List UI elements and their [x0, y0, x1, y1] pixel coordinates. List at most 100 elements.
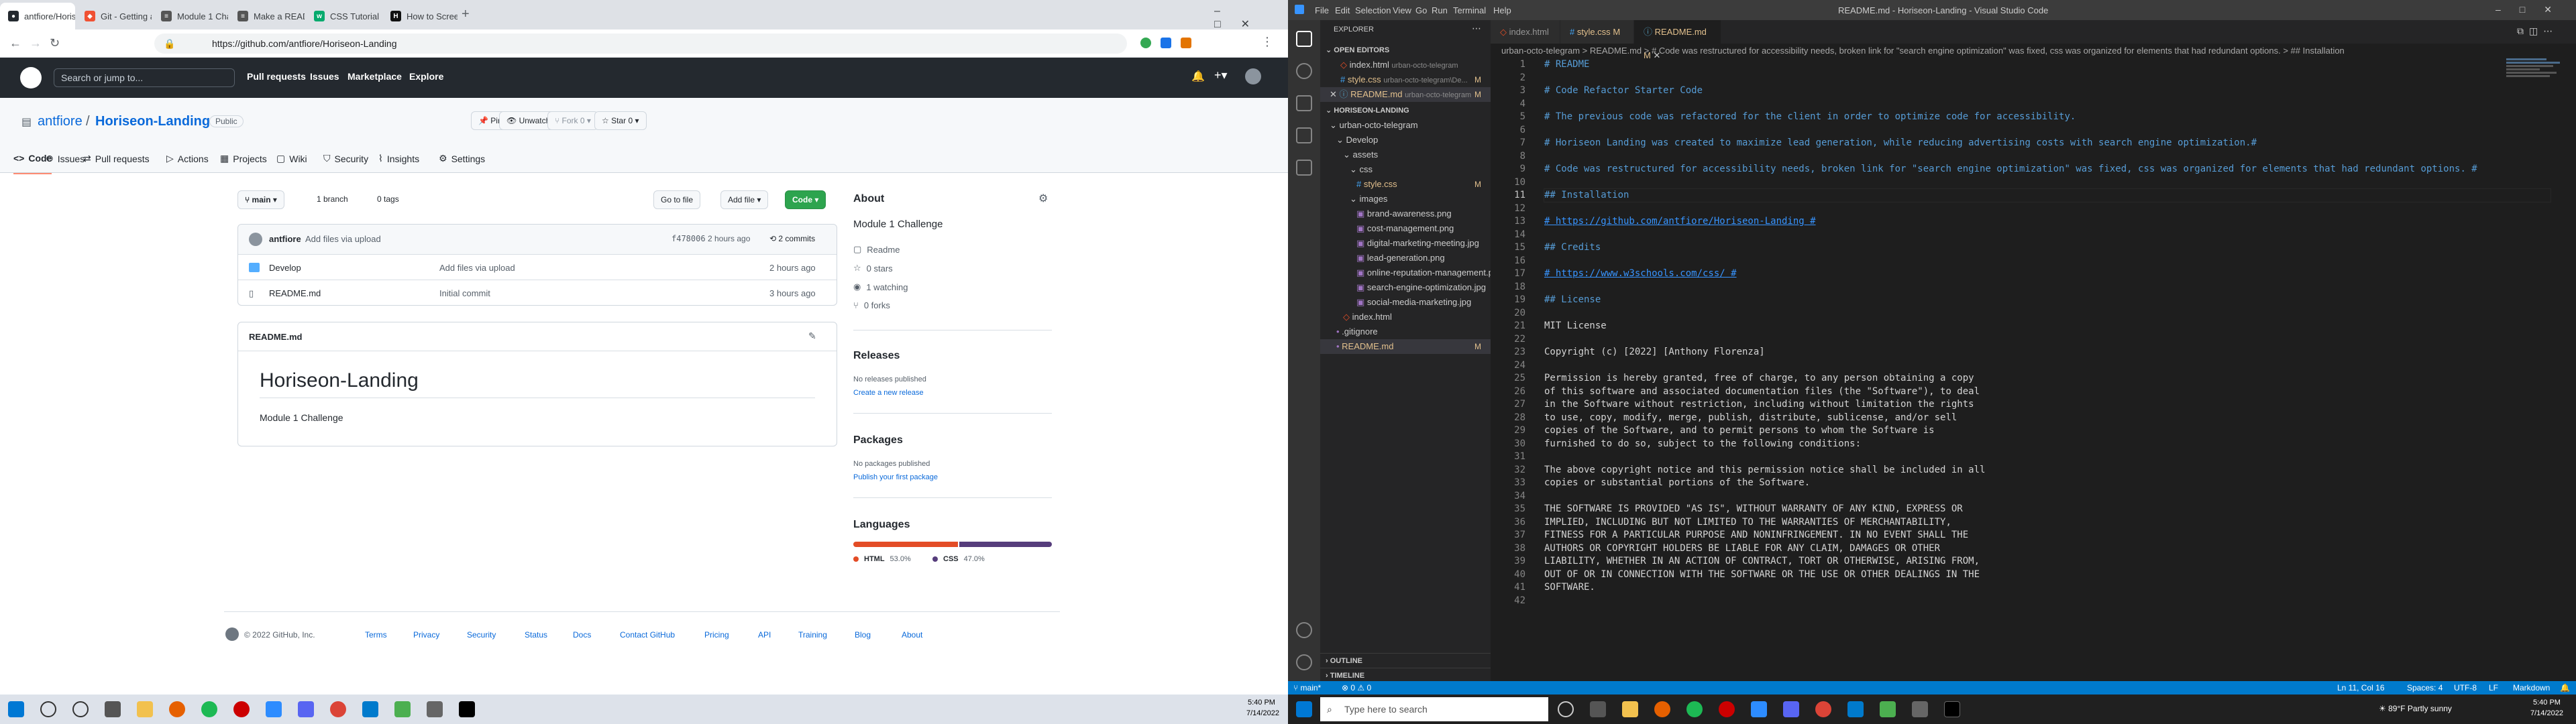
code-line[interactable]: ## Installation: [1544, 188, 2551, 202]
go-to-file-button[interactable]: Go to file: [653, 190, 701, 209]
code-line[interactable]: Copyright (c) [2022] [Anthony Florenza]: [1544, 346, 1765, 359]
menu-selection[interactable]: Selection: [1355, 5, 1391, 15]
explorer-icon[interactable]: [1296, 31, 1312, 47]
code-line[interactable]: IMPLIED, INCLUDING BUT NOT LIMITED TO TH…: [1544, 516, 1951, 529]
tree-item[interactable]: • .gitignore: [1320, 324, 1491, 339]
discord-icon[interactable]: [1783, 701, 1799, 717]
source-control-icon[interactable]: [1296, 95, 1312, 111]
browser-tab-screenshot[interactable]: H How to Screenshot on Window: [382, 3, 458, 29]
app-icon[interactable]: [1719, 701, 1735, 717]
vscode-icon[interactable]: [1847, 701, 1864, 717]
footer-link-terms[interactable]: Terms: [365, 630, 387, 640]
tree-item[interactable]: ⌄ images: [1320, 192, 1491, 206]
menu-file[interactable]: File: [1315, 5, 1329, 15]
tree-item[interactable]: ⌄ urban-octo-telegram: [1320, 118, 1491, 133]
chrome-icon[interactable]: [330, 701, 346, 717]
nav-issues[interactable]: Issues: [310, 71, 339, 82]
github-logo-icon[interactable]: [20, 67, 42, 88]
code-line[interactable]: AUTHORS OR COPYRIGHT HOLDERS BE LIABLE F…: [1544, 542, 1940, 555]
tree-item[interactable]: ▣ social-media-marketing.jpg: [1320, 295, 1491, 310]
code-line[interactable]: Permission is hereby granted, free of ch…: [1544, 372, 1974, 385]
run-debug-icon[interactable]: [1296, 127, 1312, 143]
file-name[interactable]: Develop: [269, 263, 301, 273]
fork-button[interactable]: ⑂ Fork 0 ▾: [547, 111, 598, 130]
extensions-icon[interactable]: [1296, 160, 1312, 176]
minimap[interactable]: [2506, 58, 2567, 99]
code-line[interactable]: in the Software without restriction, inc…: [1544, 398, 1974, 411]
tab-security[interactable]: ⛉ Security: [323, 153, 368, 164]
gear-icon[interactable]: [1296, 654, 1312, 670]
commit-author[interactable]: antfiore: [269, 234, 301, 244]
open-editor-item[interactable]: ◇ index.html urban-octo-telegram: [1320, 58, 1491, 72]
open-editor-item[interactable]: ✕ ⓘ README.md urban-octo-telegram M: [1320, 87, 1491, 102]
nav-marketplace[interactable]: Marketplace: [347, 71, 402, 82]
menu-edit[interactable]: Edit: [1335, 5, 1350, 15]
tab-readme-md[interactable]: ⓘ README.md M ✕: [1634, 20, 1721, 60]
windows-start-icon[interactable]: [8, 701, 24, 717]
code-line[interactable]: to use, copy, modify, merge, publish, di…: [1544, 412, 1957, 424]
browser-tab-css[interactable]: w CSS Tutorial: [306, 3, 381, 29]
cortana-icon[interactable]: [72, 701, 89, 717]
forward-icon[interactable]: →: [30, 36, 42, 50]
notification-bell-icon[interactable]: 🔔: [1191, 70, 1205, 83]
tags-link[interactable]: 0 tags: [377, 194, 399, 204]
tab-insights[interactable]: ⌇ Insights: [378, 153, 419, 164]
code-line[interactable]: LIABILITY, WHETHER IN AN ACTION OF CONTR…: [1544, 555, 1980, 568]
vscode-icon[interactable]: [362, 701, 378, 717]
file-commit-message[interactable]: Initial commit: [439, 288, 490, 298]
code-line[interactable]: # https://github.com/antfiore/Horiseon-L…: [1544, 215, 1816, 228]
create-release-link[interactable]: Create a new release: [853, 389, 924, 397]
taskbar-search-input[interactable]: ⌕ Type here to search: [1320, 697, 1548, 721]
edit-pencil-icon[interactable]: ✎: [808, 330, 816, 342]
language-mode[interactable]: Markdown: [2513, 681, 2550, 695]
account-icon[interactable]: [1296, 622, 1312, 638]
footer-link-docs[interactable]: Docs: [573, 630, 591, 640]
tab-wiki[interactable]: ▢ Wiki: [276, 153, 307, 164]
timeline-header[interactable]: › TIMELINE: [1320, 668, 1491, 682]
tree-item[interactable]: ▣ search-engine-optimization.jpg: [1320, 280, 1491, 295]
extension-icon[interactable]: [1140, 38, 1151, 48]
footer-link-pricing[interactable]: Pricing: [704, 630, 729, 640]
menu-terminal[interactable]: Terminal: [1453, 5, 1486, 15]
commit-hash[interactable]: f478006: [672, 234, 706, 243]
task-view-icon[interactable]: [1590, 701, 1606, 717]
browser-tab-github[interactable]: ● antfiore/Horiseon-Landing: M: [0, 3, 75, 29]
menu-run[interactable]: Run: [1432, 5, 1448, 15]
commit-message[interactable]: Add files via upload: [305, 234, 381, 244]
app-icon[interactable]: [394, 701, 411, 717]
github-logo-icon[interactable]: [225, 627, 239, 641]
chrome-icon[interactable]: [1815, 701, 1831, 717]
task-view-icon[interactable]: [105, 701, 121, 717]
discord-icon[interactable]: [298, 701, 314, 717]
tree-item[interactable]: ⌄ assets: [1320, 147, 1491, 162]
forks-link[interactable]: ⑂ 0 forks: [853, 300, 890, 310]
cursor-position[interactable]: Ln 11, Col 16: [2337, 681, 2385, 695]
clock-time[interactable]: 5:40 PM: [1248, 699, 1275, 707]
new-tab-icon[interactable]: +: [462, 7, 470, 22]
clock-date[interactable]: 7/14/2022: [2530, 709, 2563, 717]
tree-item[interactable]: ⌄ Develop: [1320, 133, 1491, 147]
open-editor-item[interactable]: # style.css urban-octo-telegram\De... M: [1320, 72, 1491, 87]
code-line[interactable]: ## License: [1544, 294, 1601, 306]
code-line[interactable]: THE SOFTWARE IS PROVIDED "AS IS", WITHOU…: [1544, 503, 1963, 516]
editor-actions-icon[interactable]: ⧉◫⋯: [2517, 25, 2558, 37]
code-line[interactable]: OUT OF OR IN CONNECTION WITH THE SOFTWAR…: [1544, 568, 1980, 581]
file-row[interactable]: ▯ README.md Initial commit 3 hours ago: [238, 280, 837, 305]
code-line[interactable]: # README: [1544, 58, 1589, 71]
file-explorer-icon[interactable]: [1622, 701, 1638, 717]
code-line[interactable]: FITNESS FOR A PARTICULAR PURPOSE AND NON…: [1544, 529, 1968, 542]
publish-package-link[interactable]: Publish your first package: [853, 473, 938, 481]
tab-pull-requests[interactable]: ⇄ Pull requests: [83, 153, 150, 164]
code-line[interactable]: # The previous code was refactored for t…: [1544, 111, 2076, 123]
tree-item[interactable]: # style.css M: [1320, 177, 1491, 192]
github-search-input[interactable]: Search or jump to...: [54, 68, 235, 87]
reload-icon[interactable]: ↻: [50, 36, 60, 50]
repo-name-link[interactable]: Horiseon-Landing: [95, 114, 210, 129]
code-button[interactable]: Code ▾: [785, 190, 826, 209]
tree-item[interactable]: ▣ digital-marketing-meeting.jpg: [1320, 236, 1491, 251]
clock-date[interactable]: 7/14/2022: [1246, 709, 1279, 717]
tab-actions[interactable]: ▷ Actions: [166, 153, 209, 164]
code-line[interactable]: The above copyright notice and this perm…: [1544, 464, 1985, 477]
code-line[interactable]: copies of the Software, and to permit pe…: [1544, 424, 1935, 437]
nav-explore[interactable]: Explore: [409, 71, 443, 82]
